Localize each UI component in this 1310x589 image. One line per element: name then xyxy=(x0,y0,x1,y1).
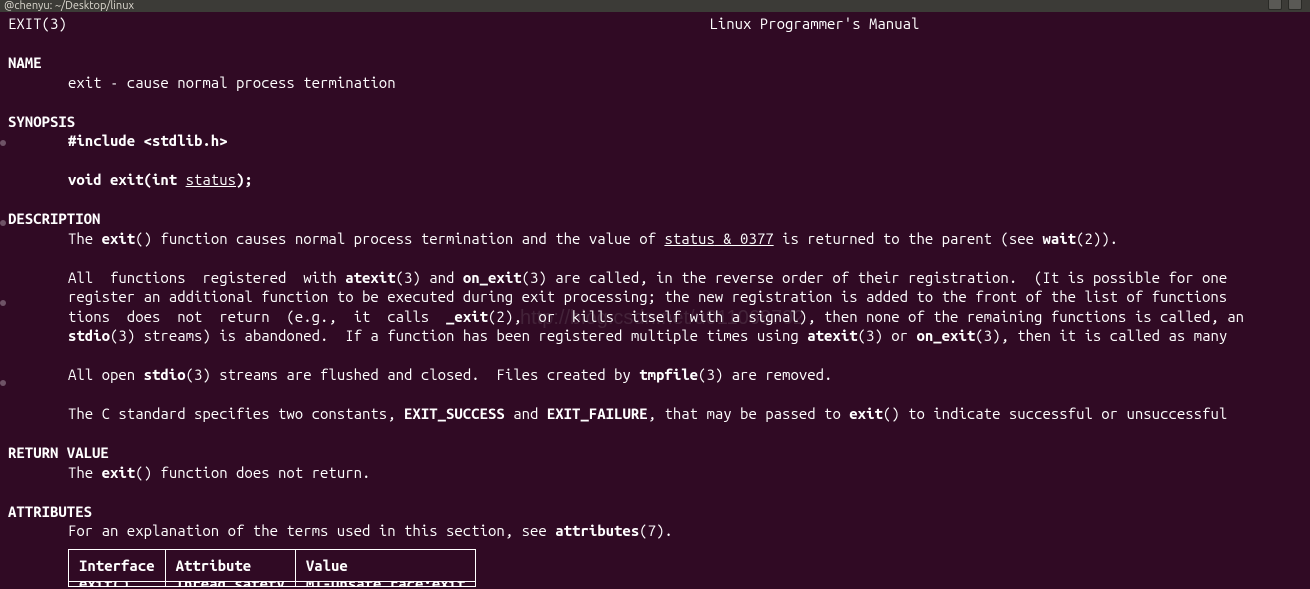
launcher-dot xyxy=(0,220,6,226)
fn-exit: exit xyxy=(849,405,883,422)
txt: is returned to the parent (see xyxy=(774,230,1043,247)
desc-line: register an additional function to be ex… xyxy=(8,287,1302,307)
desc-line: All functions registered with atexit(3) … xyxy=(8,268,1302,288)
window-titlebar: @chenyu: ~/Desktop/linux xyxy=(0,0,1310,12)
fn-underscore-exit: _exit xyxy=(446,308,488,325)
desc-line: All open stdio(3) streams are flushed an… xyxy=(8,365,1302,385)
txt: (3) or xyxy=(858,327,917,344)
cell-interface: exit() xyxy=(69,582,166,587)
blank-line xyxy=(8,346,1302,366)
titlebar-text: @chenyu: ~/Desktop/linux xyxy=(4,0,134,13)
blank-line xyxy=(8,482,1302,502)
blank-line xyxy=(8,151,1302,171)
desc-line: The exit() function causes normal proces… xyxy=(8,229,1302,249)
const-success: EXIT_SUCCESS xyxy=(404,405,505,422)
amp: & xyxy=(715,230,740,247)
section-name: NAME xyxy=(8,53,1302,73)
txt: (3) and xyxy=(396,269,463,286)
fn-exit: exit xyxy=(102,230,136,247)
man-header-row: EXIT(3) Linux Programmer's Manual xyxy=(8,14,1302,34)
txt: (7). xyxy=(639,522,673,539)
return-line: The exit() function does not return. xyxy=(8,463,1302,483)
txt: () to indicate successful or unsuccessfu… xyxy=(883,405,1227,422)
attr-line: For an explanation of the terms used in … xyxy=(8,521,1302,541)
blank-line xyxy=(8,424,1302,444)
fn-attributes: attributes xyxy=(555,522,639,539)
blank-line xyxy=(8,34,1302,54)
section-synopsis: SYNOPSIS xyxy=(8,112,1302,132)
txt: The xyxy=(68,464,102,481)
txt: The C standard specifies two constants, xyxy=(68,405,404,422)
desc-line: stdio(3) streams) is abandoned. If a fun… xyxy=(8,326,1302,346)
fn-onexit: on_exit xyxy=(463,269,522,286)
synopsis-include: #include <stdlib.h> xyxy=(8,131,1302,151)
table-row: Interface Attribute Value xyxy=(69,549,476,582)
txt: () function does not return. xyxy=(135,464,370,481)
launcher-dot xyxy=(0,300,6,306)
txt: , that may be passed to xyxy=(648,405,850,422)
txt: For an explanation of the terms used in … xyxy=(68,522,555,539)
name-text: exit - cause normal process termination xyxy=(8,73,1302,93)
launcher-dot xyxy=(0,380,6,386)
man-header-left: EXIT(3) xyxy=(8,14,67,34)
window-controls xyxy=(1268,0,1302,10)
section-attributes: ATTRIBUTES xyxy=(8,502,1302,522)
fn-tmpfile: tmpfile xyxy=(639,366,698,383)
fn-wait: wait xyxy=(1042,230,1076,247)
txt: (3) are removed. xyxy=(698,366,832,383)
blank-line xyxy=(8,385,1302,405)
txt: (3), then it is called as many xyxy=(975,327,1227,344)
proto-post: ); xyxy=(236,171,253,188)
col-attribute: Attribute xyxy=(165,549,295,582)
txt: (3) streams are flushed and closed. File… xyxy=(186,366,640,383)
blank-line xyxy=(8,92,1302,112)
txt: (2), or kills itself with a signal), the… xyxy=(488,308,1244,325)
attributes-table: Interface Attribute Value exit() Thread … xyxy=(68,549,476,588)
txt: All functions registered with xyxy=(68,269,345,286)
col-value: Value xyxy=(295,549,476,582)
synopsis-proto: void exit(int status); xyxy=(8,170,1302,190)
blank-line xyxy=(8,190,1302,210)
proto-arg: status xyxy=(186,171,236,188)
cell-attribute: Thread safety xyxy=(165,582,295,587)
octal: 0377 xyxy=(740,230,774,247)
const-failure: EXIT_FAILURE xyxy=(547,405,648,422)
fn-onexit: on_exit xyxy=(916,327,975,344)
section-return: RETURN VALUE xyxy=(8,443,1302,463)
txt: (2)). xyxy=(1076,230,1118,247)
txt: (3) are called, in the reverse order of … xyxy=(522,269,1228,286)
section-description: DESCRIPTION xyxy=(8,209,1302,229)
fn-atexit: atexit xyxy=(345,269,395,286)
desc-line: The C standard specifies two constants, … xyxy=(8,404,1302,424)
col-interface: Interface xyxy=(69,549,166,582)
window-icon xyxy=(1288,0,1302,10)
txt: tions does not return (e.g., it calls xyxy=(68,308,446,325)
txt: The xyxy=(68,230,102,247)
fn-exit: exit xyxy=(102,464,136,481)
table-row: exit() Thread safety MT-Unsafe race:exit xyxy=(69,582,476,587)
txt: and xyxy=(505,405,547,422)
man-header-center: Linux Programmer's Manual xyxy=(709,14,919,34)
fn-atexit: atexit xyxy=(807,327,857,344)
txt: All open xyxy=(68,366,144,383)
blank-line xyxy=(8,248,1302,268)
launcher-dot xyxy=(0,140,6,146)
txt: (3) streams) is abandoned. If a function… xyxy=(110,327,807,344)
proto-pre: void exit(int xyxy=(68,171,186,188)
terminal-content[interactable]: EXIT(3) Linux Programmer's Manual NAME e… xyxy=(0,12,1310,589)
arg-status: status xyxy=(664,230,714,247)
fn-stdio: stdio xyxy=(68,327,110,344)
window-icon xyxy=(1268,0,1282,10)
txt: () function causes normal process termin… xyxy=(135,230,664,247)
fn-stdio: stdio xyxy=(144,366,186,383)
desc-line: tions does not return (e.g., it calls _e… xyxy=(8,307,1302,327)
cell-value: MT-Unsafe race:exit xyxy=(295,582,476,587)
